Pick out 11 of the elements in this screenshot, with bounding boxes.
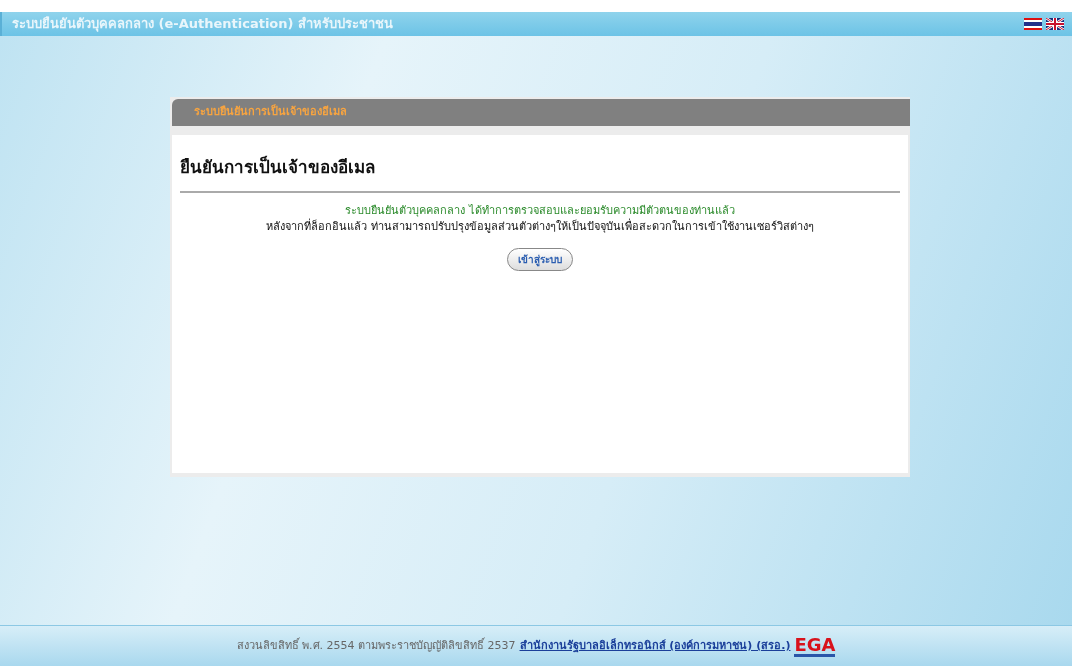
agency-logo: EGA [794, 635, 836, 657]
panel-title: ระบบยืนยันการเป็นเจ้าของอีเมล [172, 99, 910, 126]
page-heading: ยืนยันการเป็นเจ้าของอีเมล [180, 155, 900, 193]
info-text: หลังจากที่ล็อกอินแล้ว ท่านสามารถปรับปรุงข้อมูลส่วนตัวต่างๆให้เป็นปัจจุบันเพื่อสะดวกในการเข้าใช้งานเซอร์วิสต่างๆ [265, 219, 815, 235]
agency-link[interactable]: สำนักงานรัฐบาลอิเล็กทรอนิกส์ (องค์การมหาชน) (สรอ.) [519, 637, 791, 655]
copyright-text: สงวนลิขสิทธิ์ พ.ศ. 2554 ตามพระราชบัญญัติลิขสิทธิ์ 2537 [236, 637, 516, 654]
login-button[interactable]: เข้าสู่ระบบ [507, 247, 573, 271]
thai-flag-icon[interactable] [1024, 18, 1042, 30]
app-title: ระบบยืนยันตัวบุคคลกลาง (e-Authentication) สำหรับประชาชน [12, 15, 393, 34]
success-message: ระบบยืนยันตัวบุคคลกลาง ได้ทำการตรวจสอบและยอมรับความมีตัวตนของท่านแล้ว [344, 202, 736, 218]
uk-flag-icon[interactable] [1046, 18, 1064, 30]
